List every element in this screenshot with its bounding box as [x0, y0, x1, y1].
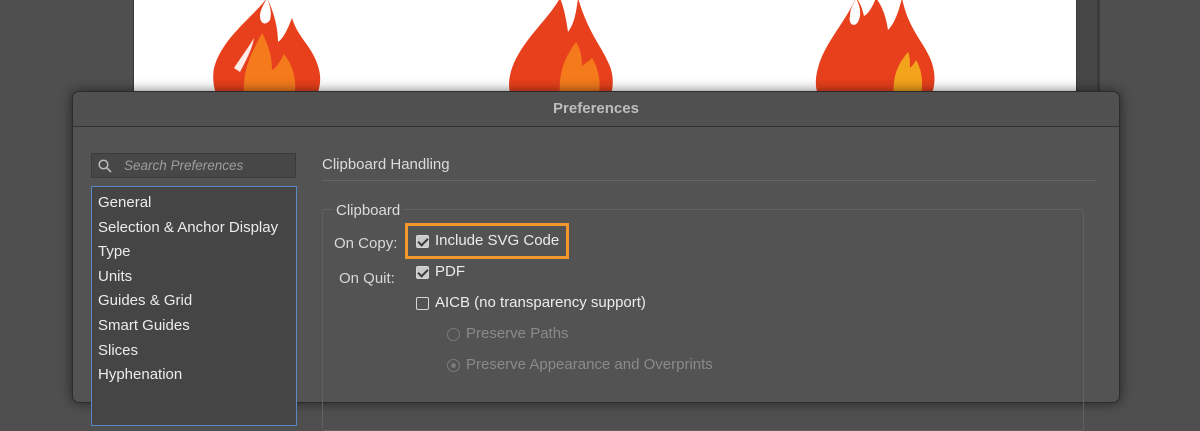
preserve-appearance-radio[interactable] — [447, 359, 460, 372]
flame-icon — [509, 0, 613, 98]
aicb-label[interactable]: AICB (no transparency support) — [435, 294, 646, 311]
on-copy-label: On Copy: — [334, 235, 398, 252]
category-general[interactable]: General — [92, 191, 296, 216]
search-input[interactable] — [118, 154, 306, 177]
dialog-titlebar[interactable]: Preferences — [73, 92, 1119, 127]
category-list[interactable]: General Selection & Anchor Display Type … — [91, 186, 297, 426]
category-hyphenation[interactable]: Hyphenation — [92, 363, 296, 388]
on-quit-label: On Quit: — [339, 270, 395, 287]
section-divider — [322, 180, 1096, 181]
aicb-checkbox[interactable] — [416, 297, 429, 310]
artboard — [134, 0, 1076, 98]
preserve-appearance-label[interactable]: Preserve Appearance and Overprints — [466, 356, 713, 373]
category-units[interactable]: Units — [92, 265, 296, 290]
highlight-box — [405, 223, 569, 259]
search-box[interactable] — [91, 153, 306, 178]
flame-icon — [213, 0, 321, 98]
category-slices[interactable]: Slices — [92, 339, 296, 364]
category-type[interactable]: Type — [92, 240, 296, 265]
preserve-paths-radio[interactable] — [447, 328, 460, 341]
search-icon — [98, 159, 112, 173]
category-smart-guides[interactable]: Smart Guides — [92, 314, 296, 339]
preserve-paths-label[interactable]: Preserve Paths — [466, 325, 569, 342]
group-title: Clipboard — [334, 202, 403, 219]
pdf-label[interactable]: PDF — [435, 263, 465, 280]
pdf-checkbox[interactable] — [416, 266, 429, 279]
category-guides-grid[interactable]: Guides & Grid — [92, 289, 296, 314]
dialog-title: Preferences — [553, 100, 639, 117]
section-title: Clipboard Handling — [322, 156, 450, 173]
preferences-dialog: Preferences General Selection & Anchor D… — [72, 91, 1120, 431]
category-selection-anchor-display[interactable]: Selection & Anchor Display — [92, 216, 296, 241]
flame-icon — [815, 0, 935, 98]
